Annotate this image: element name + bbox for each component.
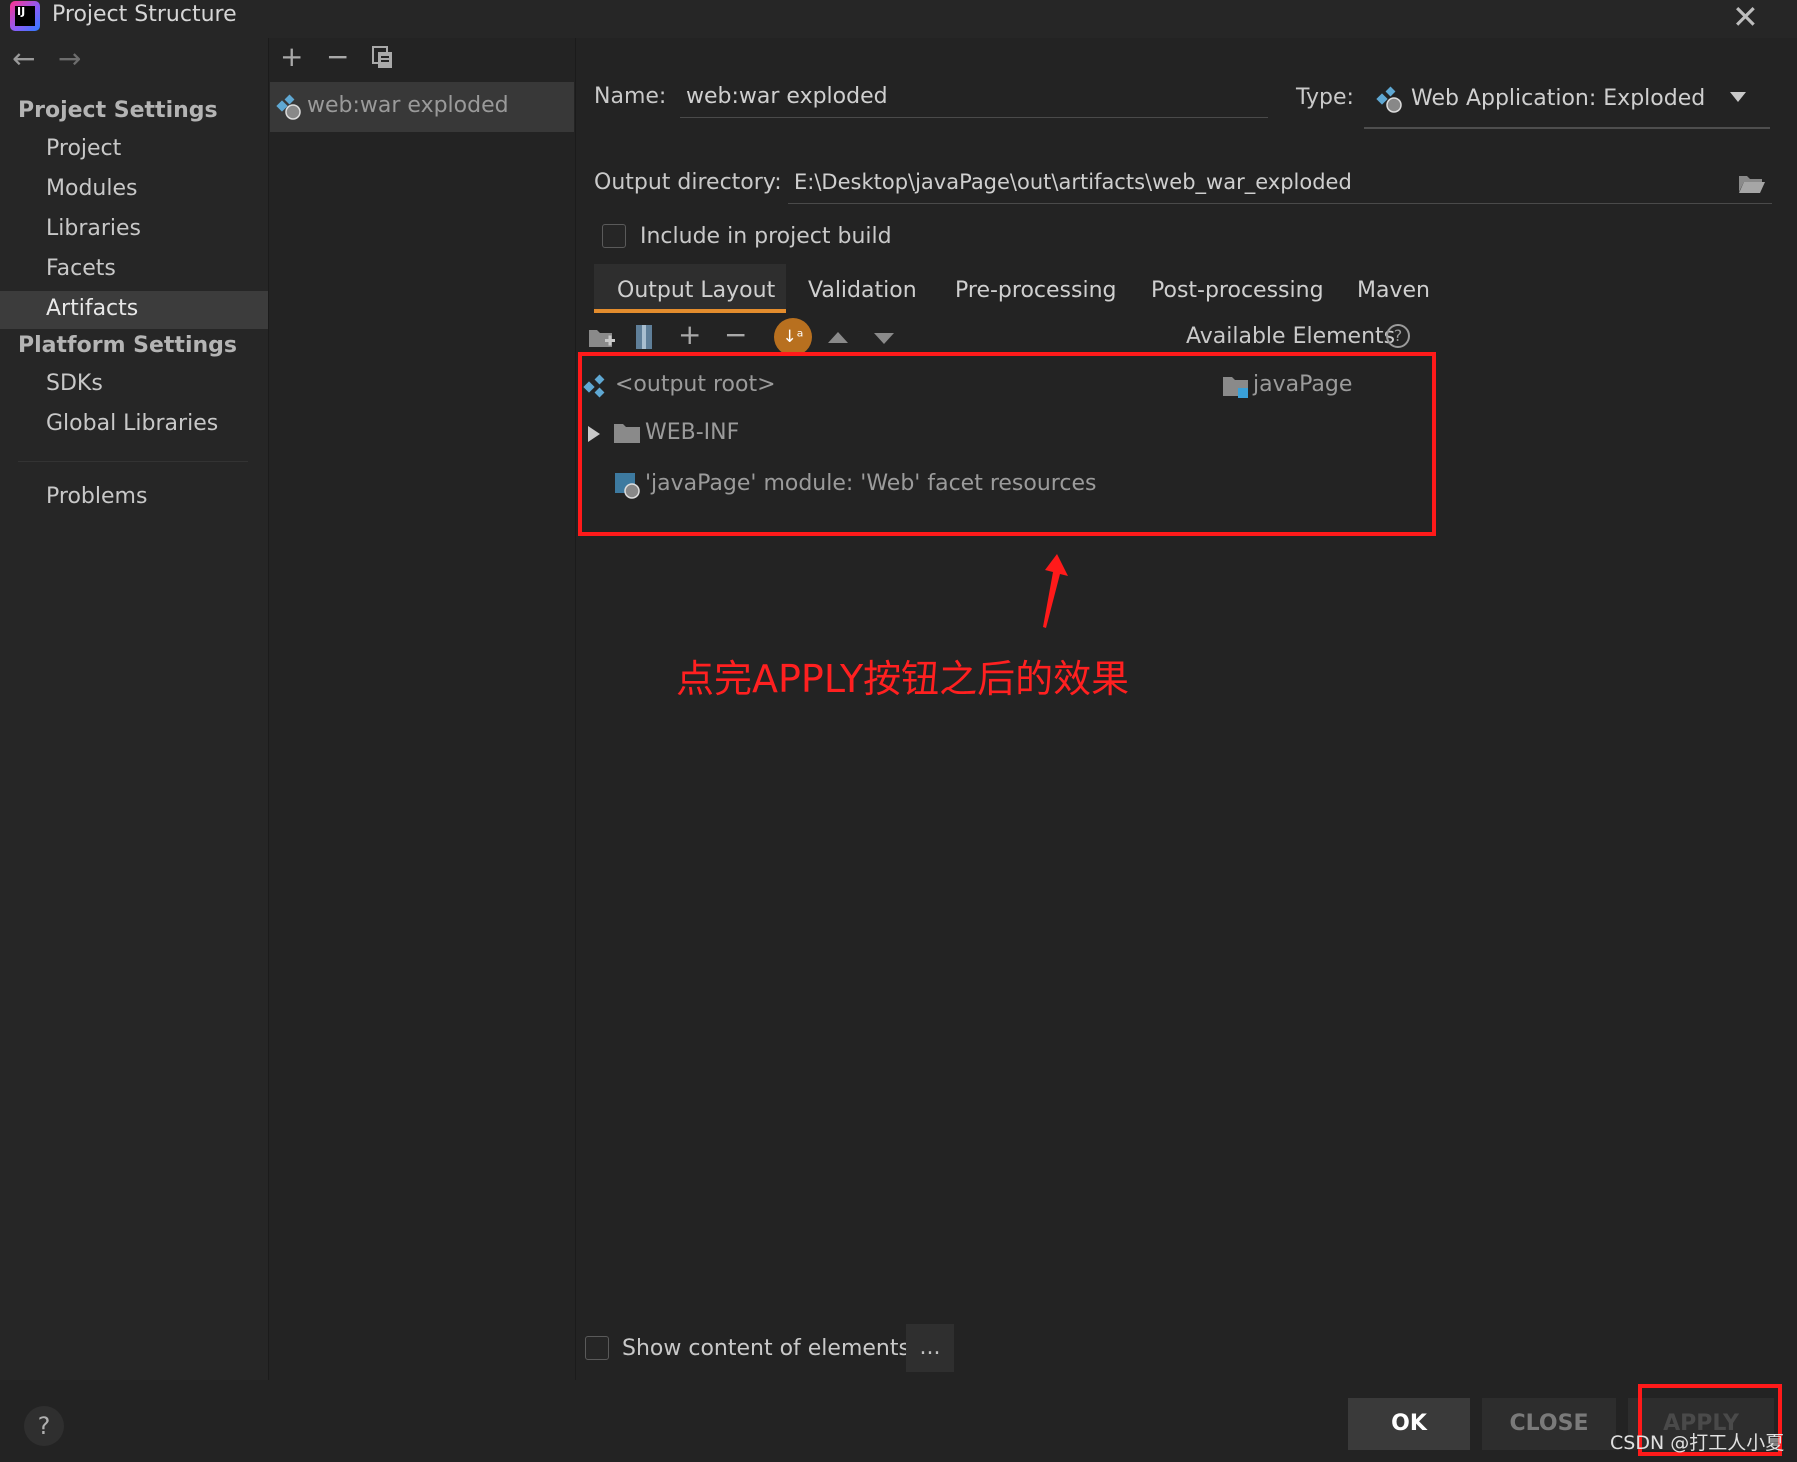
output-directory-underline xyxy=(788,203,1772,204)
sidebar-item-sdks[interactable]: SDKs xyxy=(46,371,103,396)
include-build-checkbox[interactable] xyxy=(602,224,626,248)
project-settings-header: Project Settings xyxy=(18,98,218,123)
add-element-button[interactable]: + xyxy=(678,318,701,351)
sidebar-item-problems[interactable]: Problems xyxy=(46,484,147,509)
platform-settings-header: Platform Settings xyxy=(18,333,237,358)
annotation-text: 点完APPLY按钮之后的效果 xyxy=(676,657,1130,701)
available-elements-label: Available Elements xyxy=(1186,324,1396,349)
new-directory-icon[interactable] xyxy=(588,326,616,350)
show-content-checkbox[interactable] xyxy=(585,1336,609,1360)
artifact-name: web:war exploded xyxy=(307,93,509,118)
tab-post-processing[interactable]: Post-processing xyxy=(1151,278,1324,303)
remove-element-button[interactable]: − xyxy=(724,318,747,351)
close-window-icon[interactable]: ✕ xyxy=(1732,0,1759,36)
output-directory-label: Output directory: xyxy=(594,170,782,195)
intellij-logo-icon: IJ xyxy=(10,1,40,31)
tab-output-layout[interactable]: Output Layout xyxy=(617,278,775,303)
sort-icon[interactable]: ↓ᵃ xyxy=(774,318,812,356)
back-arrow-icon[interactable]: ← xyxy=(12,42,35,75)
move-down-icon[interactable] xyxy=(874,333,894,344)
include-build-label: Include in project build xyxy=(640,224,892,249)
move-up-icon[interactable] xyxy=(828,332,848,343)
close-button[interactable]: CLOSE xyxy=(1482,1398,1616,1450)
highlight-box xyxy=(578,352,1436,536)
add-artifact-button[interactable]: + xyxy=(280,40,303,73)
tab-maven[interactable]: Maven xyxy=(1357,278,1430,303)
title-bar xyxy=(0,0,1797,38)
remove-artifact-button[interactable]: − xyxy=(326,40,349,73)
sidebar-item-facets[interactable]: Facets xyxy=(46,256,116,281)
web-app-icon xyxy=(1376,86,1404,114)
more-options-button[interactable]: ... xyxy=(906,1324,954,1372)
forward-arrow-icon[interactable]: → xyxy=(58,42,81,75)
annotation-arrow xyxy=(1040,554,1070,628)
web-artifact-icon xyxy=(276,94,302,120)
name-field-underline xyxy=(680,117,1268,118)
sidebar-divider xyxy=(18,461,248,462)
window-title: Project Structure xyxy=(52,2,237,27)
copy-icon[interactable] xyxy=(372,46,394,70)
name-label: Name: xyxy=(594,84,667,109)
tab-pre-processing[interactable]: Pre-processing xyxy=(955,278,1116,303)
help-circle-icon[interactable]: ? xyxy=(1386,324,1410,348)
show-content-label: Show content of elements xyxy=(622,1336,910,1361)
help-button[interactable]: ? xyxy=(24,1406,64,1446)
artifacts-list-panel xyxy=(268,38,576,1380)
folder-open-icon[interactable] xyxy=(1738,172,1766,194)
ok-button[interactable]: OK xyxy=(1348,1398,1470,1450)
type-dropdown-underline xyxy=(1364,127,1770,129)
name-field[interactable]: web:war exploded xyxy=(686,84,888,109)
type-label: Type: xyxy=(1296,85,1354,110)
type-dropdown[interactable]: Web Application: Exploded xyxy=(1411,86,1705,111)
sidebar-item-global-libraries[interactable]: Global Libraries xyxy=(46,411,218,436)
archive-icon[interactable] xyxy=(634,324,654,350)
chevron-down-icon[interactable] xyxy=(1730,92,1746,102)
watermark: CSDN @打工人小夏 xyxy=(1610,1432,1785,1454)
sidebar-item-libraries[interactable]: Libraries xyxy=(46,216,141,241)
sidebar-item-modules[interactable]: Modules xyxy=(46,176,137,201)
sidebar-item-project[interactable]: Project xyxy=(46,136,121,161)
tab-validation[interactable]: Validation xyxy=(808,278,917,303)
active-tab-indicator xyxy=(594,309,786,313)
output-directory-field[interactable]: E:\Desktop\javaPage\out\artifacts\web_wa… xyxy=(794,170,1352,194)
sidebar-item-artifacts[interactable]: Artifacts xyxy=(46,296,138,321)
